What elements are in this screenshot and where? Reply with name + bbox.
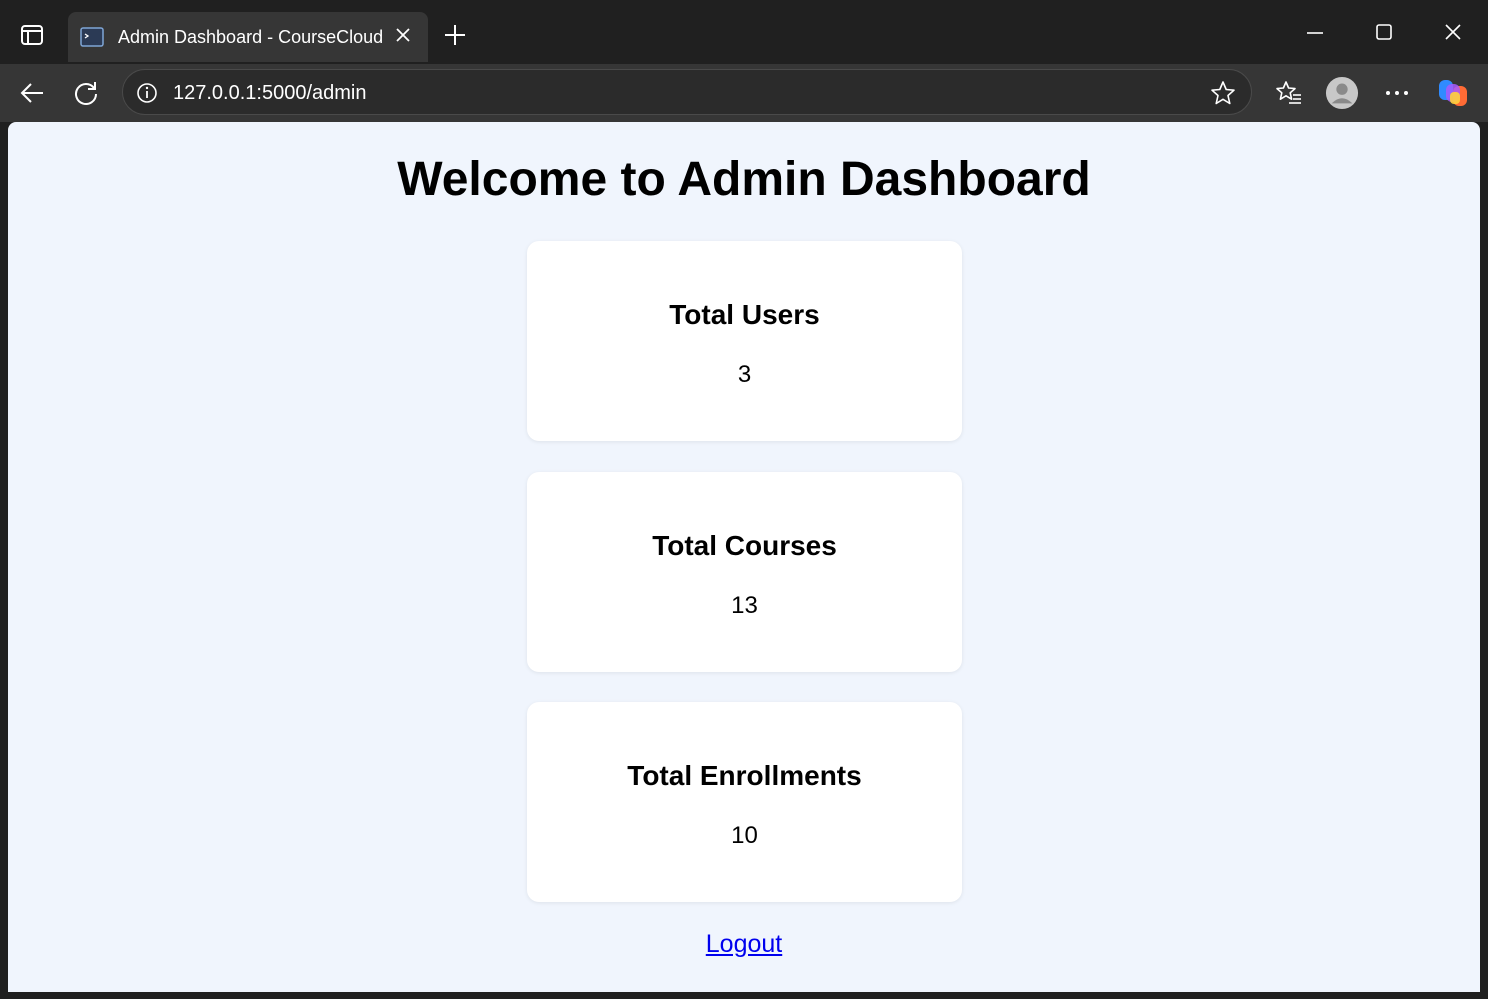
minimize-icon[interactable] [1292, 14, 1338, 50]
stat-value: 10 [731, 822, 758, 849]
url-text[interactable]: 127.0.0.1:5000/admin [173, 82, 367, 105]
stat-label: Total Courses [652, 530, 837, 561]
address-bar[interactable]: 127.0.0.1:5000/admin [122, 69, 1252, 115]
close-icon[interactable] [392, 24, 414, 46]
sidebar-icon[interactable] [16, 20, 48, 50]
favorites-icon[interactable] [1272, 76, 1306, 110]
browser-window: Admin Dashboard - CourseCloud 127.0.0.1:… [0, 0, 1488, 999]
ellipsis-icon[interactable] [1380, 76, 1414, 110]
page-title: Welcome to Admin Dashboard [397, 153, 1091, 206]
tab-active[interactable]: Admin Dashboard - CourseCloud [68, 12, 428, 62]
stat-card-enrollments: Total Enrollments 10 [527, 702, 962, 902]
close-window-icon[interactable] [1430, 14, 1476, 50]
stat-value: 13 [731, 592, 758, 619]
tab-strip: Admin Dashboard - CourseCloud [0, 0, 1488, 64]
avatar-icon[interactable] [1325, 76, 1359, 110]
back-arrow-icon[interactable] [15, 76, 49, 110]
browser-toolbar: 127.0.0.1:5000/admin [0, 64, 1488, 122]
refresh-icon[interactable] [69, 76, 103, 110]
stat-card-courses: Total Courses 13 [527, 472, 962, 672]
copilot-icon[interactable] [1436, 76, 1470, 110]
logout-link[interactable]: Logout [8, 930, 1480, 959]
stat-card-users: Total Users 3 [527, 241, 962, 441]
plus-icon[interactable] [440, 20, 470, 50]
stat-label: Total Users [669, 299, 820, 330]
stat-value: 3 [737, 361, 752, 388]
terminal-icon [80, 26, 104, 48]
star-icon[interactable] [1209, 80, 1237, 106]
maximize-icon[interactable] [1361, 14, 1407, 50]
info-icon[interactable] [135, 81, 159, 105]
stat-label: Total Enrollments [627, 760, 862, 791]
page-viewport: Welcome to Admin Dashboard Total Users 3… [8, 122, 1480, 992]
tab-title: Admin Dashboard - CourseCloud [118, 26, 384, 47]
